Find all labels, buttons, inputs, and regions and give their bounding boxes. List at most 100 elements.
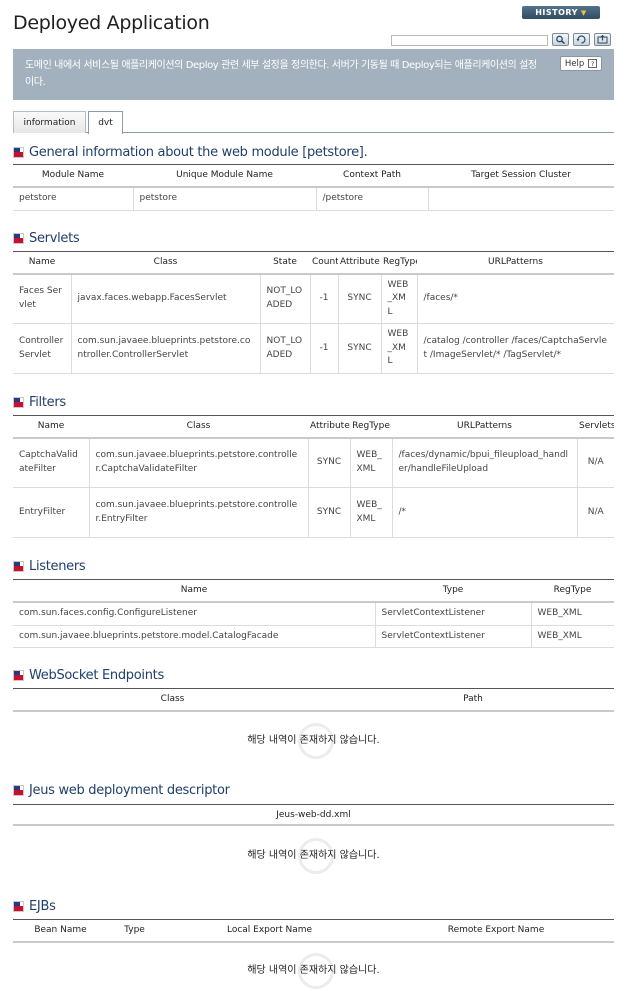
filter-attribute-cell: SYNC xyxy=(308,487,351,538)
listeners-table: Name Type RegType com.sun.faces.config.C… xyxy=(13,579,614,648)
column-header: RegType xyxy=(350,415,392,439)
tab-information[interactable]: information xyxy=(13,111,86,133)
servlet-urlpatterns-cell: /faces/* xyxy=(417,273,614,324)
search-input[interactable] xyxy=(391,35,548,46)
filter-urlpatterns-cell: /faces/dynamic/bpui_fileupload_handler/h… xyxy=(392,437,578,488)
flag-icon xyxy=(13,669,24,681)
listener-regtype-cell: WEB_XML xyxy=(531,601,614,626)
empty-message: 해당 내역이 존재하지 않습니다. xyxy=(13,723,614,759)
column-header: Target Session Cluster xyxy=(428,164,614,188)
tab-bar: information dvt xyxy=(13,111,614,134)
table-row: com.sun.javaee.blueprints.petstore.model… xyxy=(13,625,614,648)
servlet-state-cell: NOT_LOADED xyxy=(260,323,311,374)
column-header: Context Path xyxy=(316,164,428,188)
section-title-jeus-dd: Jeus web deployment descriptor xyxy=(13,781,230,799)
section-title-listeners: Listeners xyxy=(13,557,86,575)
column-header: Class xyxy=(89,415,308,439)
flag-icon xyxy=(13,560,24,572)
filter-name-cell: EntryFilter xyxy=(13,487,90,538)
flag-icon xyxy=(13,900,24,912)
column-header: Local Export Name xyxy=(161,919,378,943)
banner-text: 도메인 내에서 서비스될 애플리케이션의 Deploy 관련 세부 설정을 정의… xyxy=(25,60,537,88)
section-title-general-text: General information about the web module… xyxy=(29,144,368,160)
filter-attribute-cell: SYNC xyxy=(308,437,351,488)
flag-icon xyxy=(13,396,24,408)
column-header: URLPatterns xyxy=(392,415,577,439)
servlet-regtype-cell: WEB_XML xyxy=(381,323,418,374)
listener-regtype-cell: WEB_XML xyxy=(531,625,614,648)
column-header: Unique Module Name xyxy=(133,164,316,188)
module-name-cell: petstore xyxy=(13,186,134,211)
empty-message: 해당 내역이 존재하지 않습니다. xyxy=(13,953,614,989)
jeus-dd-header: Jeus-web-dd.xml xyxy=(13,804,614,826)
listener-type-cell: ServletContextListener xyxy=(375,625,532,648)
listener-name-cell: com.sun.faces.config.ConfigureListener xyxy=(13,601,376,626)
context-path-cell: /petstore xyxy=(316,186,429,211)
column-header: Module Name xyxy=(13,164,133,188)
column-header: Remote Export Name xyxy=(378,919,614,943)
page-title: Deployed Application xyxy=(13,12,210,34)
filter-servlets-cell: N/A xyxy=(577,437,614,488)
column-header: Attribute xyxy=(338,251,381,275)
history-label: HISTORY xyxy=(535,8,578,17)
column-header: Type xyxy=(375,579,531,603)
section-title-ejbs: EJBs xyxy=(13,897,56,915)
column-header: RegType xyxy=(381,251,417,275)
flag-icon xyxy=(13,146,24,158)
table-row: Faces Servlet javax.faces.webapp.FacesSe… xyxy=(13,273,614,324)
refresh-button[interactable] xyxy=(573,33,590,46)
chevron-down-icon: ▼ xyxy=(580,9,587,17)
table-row: petstore petstore /petstore xyxy=(13,186,614,211)
section-title-servlets-text: Servlets xyxy=(29,230,80,246)
flag-icon xyxy=(13,784,24,796)
column-header: Servlets xyxy=(577,415,614,439)
history-button[interactable]: HISTORY ▼ xyxy=(522,6,600,19)
description-banner: 도메인 내에서 서비스될 애플리케이션의 Deploy 관련 세부 설정을 정의… xyxy=(13,49,614,100)
section-title-filters: Filters xyxy=(13,393,66,411)
column-header: Bean Name xyxy=(13,919,108,943)
tab-dvt[interactable]: dvt xyxy=(88,111,123,134)
help-button[interactable]: Help? xyxy=(560,56,602,71)
search-button[interactable] xyxy=(552,33,569,46)
ejbs-table: Bean Name Type Local Export Name Remote … xyxy=(13,919,614,943)
websocket-table: Class Path xyxy=(13,688,614,712)
column-header: Attribute xyxy=(308,415,350,439)
section-title-listeners-text: Listeners xyxy=(29,558,86,574)
servlet-attribute-cell: SYNC xyxy=(338,273,382,324)
section-title-filters-text: Filters xyxy=(29,394,66,410)
listener-name-cell: com.sun.javaee.blueprints.petstore.model… xyxy=(13,625,376,648)
flag-icon xyxy=(13,232,24,244)
column-header: Type xyxy=(108,919,161,943)
search-icon xyxy=(556,35,565,44)
column-header: Path xyxy=(332,688,614,712)
column-header: Count xyxy=(310,251,338,275)
servlet-name-cell: Faces Servlet xyxy=(13,273,72,324)
section-title-websocket-text: WebSocket Endpoints xyxy=(29,667,164,683)
filter-urlpatterns-cell: /* xyxy=(392,487,578,538)
section-title-ejbs-text: EJBs xyxy=(29,898,56,914)
table-row: ControllerServlet com.sun.javaee.bluepri… xyxy=(13,323,614,374)
table-row: CaptchaValidateFilter com.sun.javaee.blu… xyxy=(13,437,614,488)
target-session-cluster-cell xyxy=(428,186,614,211)
filter-regtype-cell: WEB_XML xyxy=(350,487,393,538)
filters-table: Name Class Attribute RegType URLPatterns… xyxy=(13,415,614,538)
export-button[interactable] xyxy=(594,33,611,46)
servlet-name-cell: ControllerServlet xyxy=(13,323,72,374)
section-title-general: General information about the web module… xyxy=(13,143,368,161)
servlet-class-cell: com.sun.javaee.blueprints.petstore.contr… xyxy=(71,323,261,374)
servlets-table: Name Class State Count Attribute RegType… xyxy=(13,251,614,374)
column-header: URLPatterns xyxy=(417,251,614,275)
filter-regtype-cell: WEB_XML xyxy=(350,437,393,488)
empty-message: 해당 내역이 존재하지 않습니다. xyxy=(13,838,614,874)
filter-name-cell: CaptchaValidateFilter xyxy=(13,437,90,488)
servlet-regtype-cell: WEB_XML xyxy=(381,273,418,324)
servlet-urlpatterns-cell: /catalog /controller /faces/CaptchaServl… xyxy=(417,323,614,374)
column-header: Name xyxy=(13,579,375,603)
refresh-icon xyxy=(576,35,586,44)
empty-message-text: 해당 내역이 존재하지 않습니다. xyxy=(247,735,380,746)
section-title-servlets: Servlets xyxy=(13,229,80,247)
filter-class-cell: com.sun.javaee.blueprints.petstore.contr… xyxy=(89,437,309,488)
column-header: Name xyxy=(13,415,89,439)
filter-servlets-cell: N/A xyxy=(577,487,614,538)
column-header: Class xyxy=(13,688,332,712)
